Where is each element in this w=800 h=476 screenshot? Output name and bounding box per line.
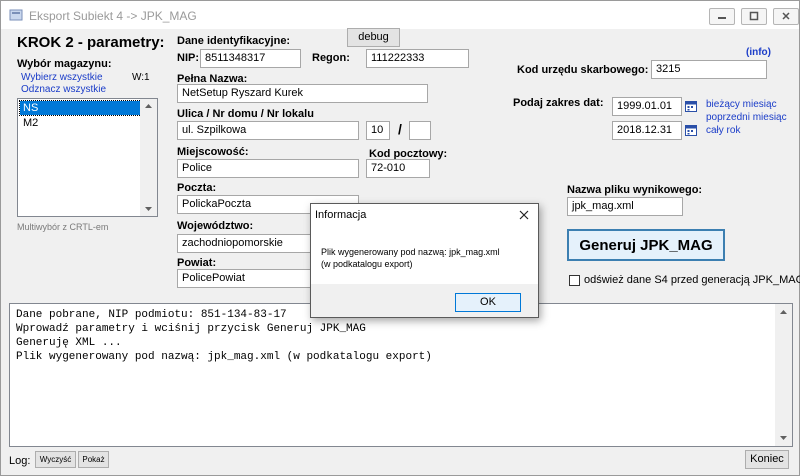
regon-label: Regon: [312,52,350,64]
address-separator: / [398,121,402,137]
window-title: Eksport Subiekt 4 -> JPK_MAG [29,9,197,23]
county-label: Powiat: [177,257,217,269]
log-line: Dane pobrane, NIP podmiotu: 851-134-83-1… [16,309,287,321]
house-number-field[interactable]: 10 [366,121,390,140]
list-item[interactable]: NS [19,100,142,116]
log-textarea[interactable]: Dane pobrane, NIP podmiotu: 851-134-83-1… [9,303,793,447]
regon-field[interactable]: 111222333 [366,49,469,68]
close-icon [782,12,790,20]
warehouse-label: Wybór magazynu: [17,58,112,70]
step-title: KROK 2 - parametry: [17,34,165,51]
warehouse-listbox[interactable]: NS M2 [17,98,158,217]
dialog-message-line1: Plik wygenerowany pod nazwą: jpk_mag.xml [321,247,500,257]
voivodeship-label: Województwo: [177,220,254,232]
log-line: Wprowadź parametry i wciśnij przycisk Ge… [16,323,366,335]
deselect-all-link[interactable]: Odznacz wszystkie [21,84,106,95]
date-range-label: Podaj zakres dat: [513,97,604,109]
tax-office-field[interactable]: 3215 [651,60,767,79]
date-to-field[interactable]: 2018.12.31 [612,121,682,140]
nip-label: NIP: [177,52,199,64]
refresh-checkbox-label[interactable]: odśwież dane S4 przed generacją JPK_MAG [584,274,800,286]
whole-year-link[interactable]: cały rok [706,125,740,136]
post-office-label: Poczta: [177,182,217,194]
title-bar[interactable]: Eksport Subiekt 4 -> JPK_MAG [1,1,799,29]
close-icon [519,210,529,220]
city-label: Miejscowość: [177,146,249,158]
current-month-link[interactable]: bieżący miesiąc [706,99,777,110]
dialog-close-button[interactable] [517,208,531,222]
select-all-link[interactable]: Wybierz wszystkie [21,72,103,83]
log-line: Generuję XML ... [16,337,122,349]
maximize-icon [749,11,759,21]
app-icon [9,8,23,22]
tax-office-label: Kod urzędu skarbowego: [517,64,649,76]
minimize-icon [718,17,726,19]
debug-button[interactable]: debug [347,28,400,47]
show-log-button[interactable]: Pokaż [78,451,109,468]
identification-label: Dane identyfikacyjne: [177,35,291,47]
postal-code-field[interactable]: 72-010 [366,159,430,178]
minimize-button[interactable] [709,8,735,25]
generate-button[interactable]: Generuj JPK_MAG [567,229,725,261]
output-filename-label: Nazwa pliku wynikowego: [567,184,703,196]
full-name-field[interactable]: NetSetup Ryszard Kurek [177,84,428,103]
dialog-title: Informacja [315,209,367,221]
app-window: Eksport Subiekt 4 -> JPK_MAG KROK 2 - pa… [0,0,800,476]
listbox-scrollbar[interactable] [140,99,157,216]
street-field[interactable]: ul. Szpilkowa [177,121,359,140]
log-label: Log: [9,455,31,467]
info-dialog: Informacja Plik wygenerowany pod nazwą: … [310,203,539,318]
list-item[interactable]: M2 [20,116,141,130]
street-label: Ulica / Nr domu / Nr lokalu [177,108,314,120]
previous-month-link[interactable]: poprzedni miesiąc [706,112,787,123]
calendar-icon[interactable] [685,100,697,112]
city-field[interactable]: Police [177,159,359,178]
info-link[interactable]: (info) [746,47,771,58]
dialog-ok-button[interactable]: OK [455,293,521,312]
date-from-field[interactable]: 1999.01.01 [612,97,682,116]
scrollbar-arrows-icon [145,104,152,211]
exit-button[interactable]: Koniec [745,450,789,469]
multiselect-hint: Multiwybór z CRTL-em [17,222,109,232]
refresh-checkbox[interactable] [569,275,580,286]
close-window-button[interactable] [773,8,799,25]
calendar-icon[interactable] [685,124,697,136]
nip-field[interactable]: 8511348317 [200,49,301,68]
log-line: Plik wygenerowany pod nazwą: jpk_mag.xml… [16,351,432,363]
warehouse-count: W:1 [132,72,150,83]
dialog-footer: OK [311,284,538,317]
clear-log-button[interactable]: Wyczyść [35,451,76,468]
flat-number-field[interactable] [409,121,431,140]
log-scrollbar[interactable] [775,304,792,446]
scrollbar-arrows-icon [780,310,787,440]
dialog-message-line2: (w podkatalogu export) [321,259,413,269]
maximize-button[interactable] [741,8,767,25]
output-filename-field[interactable]: jpk_mag.xml [567,197,683,216]
